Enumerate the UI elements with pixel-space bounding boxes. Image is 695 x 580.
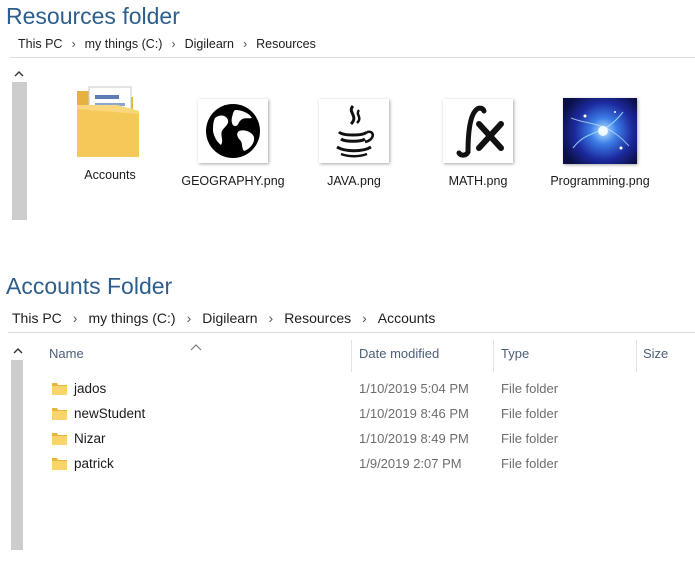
- row-date-modified: 1/9/2019 2:07 PM: [359, 456, 462, 471]
- table-row[interactable]: patrick 1/9/2019 2:07 PM File folder: [48, 453, 648, 475]
- row-date-modified: 1/10/2019 8:49 PM: [359, 431, 469, 446]
- globe-icon: [198, 99, 268, 163]
- chevron-right-icon: ›: [171, 37, 176, 51]
- resources-breadcrumb: This PC › my things (C:) › Digilearn › R…: [18, 37, 316, 51]
- table-row[interactable]: Nizar 1/10/2019 8:49 PM File folder: [48, 428, 648, 450]
- vertical-scrollbar[interactable]: [12, 82, 27, 220]
- chevron-right-icon: ›: [268, 310, 274, 326]
- row-name: patrick: [74, 456, 114, 471]
- row-type: File folder: [501, 381, 559, 396]
- item-geography-png[interactable]: GEOGRAPHY.png: [178, 94, 288, 188]
- address-bar-divider: [10, 57, 695, 58]
- address-bar-divider: [8, 332, 695, 333]
- scroll-up-arrow-icon[interactable]: [11, 66, 27, 80]
- breadcrumb-digilearn[interactable]: Digilearn: [202, 310, 257, 326]
- column-divider[interactable]: [493, 340, 494, 372]
- sort-ascending-icon: [190, 338, 202, 356]
- accounts-heading: Accounts Folder: [6, 273, 173, 299]
- programming-image: [563, 98, 637, 164]
- row-date-modified: 1/10/2019 5:04 PM: [359, 381, 469, 396]
- scroll-up-arrow-icon[interactable]: [10, 343, 26, 357]
- item-programming-png[interactable]: Programming.png: [545, 94, 655, 188]
- chevron-right-icon: ›: [71, 37, 76, 51]
- folder-icon: [68, 84, 152, 158]
- breadcrumb-resources[interactable]: Resources: [284, 310, 351, 326]
- accounts-breadcrumb: This PC › my things (C:) › Digilearn › R…: [12, 310, 435, 326]
- chevron-right-icon: ›: [362, 310, 367, 326]
- item-java-png[interactable]: JAVA.png: [299, 94, 409, 188]
- breadcrumb-digilearn[interactable]: Digilearn: [185, 37, 234, 51]
- row-name: jados: [74, 381, 107, 396]
- breadcrumb-drive[interactable]: my things (C:): [85, 37, 163, 51]
- item-math-png[interactable]: MATH.png: [423, 94, 533, 188]
- column-divider[interactable]: [636, 340, 637, 372]
- item-label: GEOGRAPHY.png: [181, 174, 285, 188]
- folder-icon: [52, 408, 67, 420]
- row-type: File folder: [501, 406, 559, 421]
- chevron-right-icon: ›: [72, 310, 78, 326]
- row-date-modified: 1/10/2019 8:46 PM: [359, 406, 469, 421]
- folder-icon: [52, 433, 67, 445]
- row-name: Nizar: [74, 431, 106, 446]
- column-header-date-modified[interactable]: Date modified: [359, 346, 439, 361]
- row-type: File folder: [501, 456, 559, 471]
- item-label: Programming.png: [550, 174, 650, 188]
- column-header-name[interactable]: Name: [49, 346, 84, 361]
- item-label: Accounts: [84, 168, 136, 182]
- column-header-type[interactable]: Type: [501, 346, 529, 361]
- column-divider[interactable]: [351, 340, 352, 372]
- table-row[interactable]: newStudent 1/10/2019 8:46 PM File folder: [48, 403, 648, 425]
- breadcrumb-drive[interactable]: my things (C:): [88, 310, 175, 326]
- folder-icon: [52, 383, 67, 395]
- row-type: File folder: [501, 431, 559, 446]
- item-label: MATH.png: [448, 174, 508, 188]
- java-icon: [319, 99, 389, 163]
- row-name: newStudent: [74, 406, 146, 421]
- breadcrumb-this-pc[interactable]: This PC: [12, 310, 62, 326]
- function-icon: [443, 99, 513, 163]
- table-row[interactable]: jados 1/10/2019 5:04 PM File folder: [48, 378, 648, 400]
- breadcrumb-accounts[interactable]: Accounts: [378, 310, 436, 326]
- breadcrumb-this-pc[interactable]: This PC: [18, 37, 62, 51]
- breadcrumb-resources[interactable]: Resources: [256, 37, 316, 51]
- chevron-right-icon: ›: [186, 310, 192, 326]
- chevron-right-icon: ›: [242, 37, 248, 51]
- item-label: JAVA.png: [327, 174, 381, 188]
- column-header-size[interactable]: Size: [643, 346, 668, 361]
- folder-icon: [52, 458, 67, 470]
- resources-heading: Resources folder: [6, 3, 180, 29]
- item-accounts-folder[interactable]: Accounts: [55, 84, 165, 182]
- vertical-scrollbar[interactable]: [11, 360, 23, 550]
